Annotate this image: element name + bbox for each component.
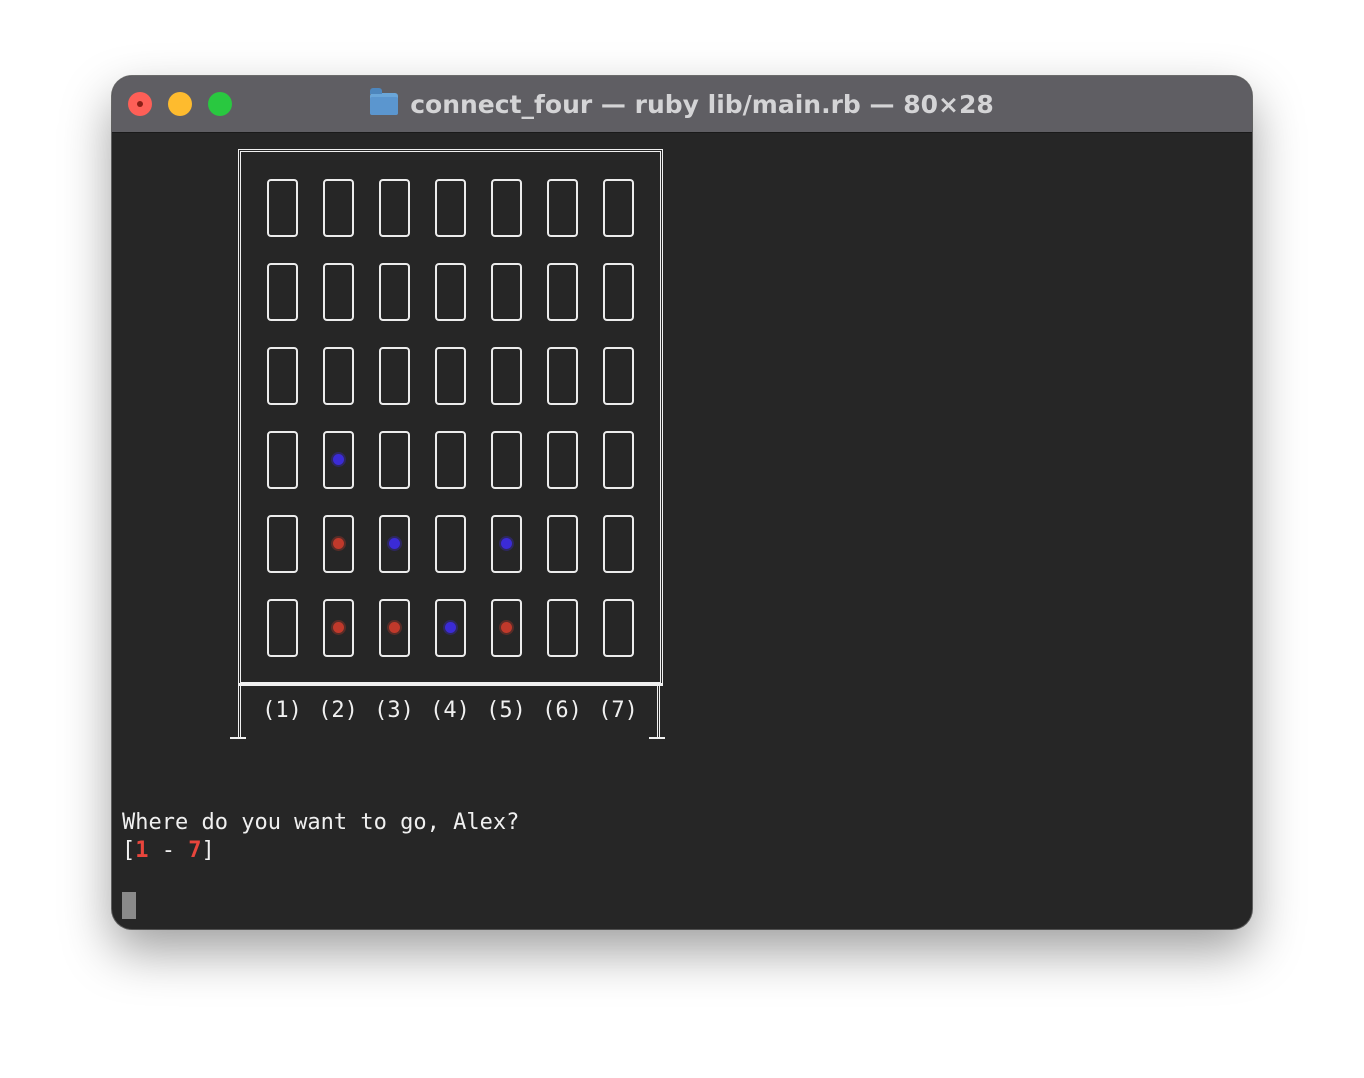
blue-disc [389,538,400,549]
window-title: connect_four — ruby lib/main.rb — 80×28 [410,89,994,119]
board-cell [379,431,410,489]
red-disc [389,622,400,633]
board-cell [267,347,298,405]
blue-disc [501,538,512,549]
prompt-range: [1 - 7] [122,837,215,865]
board-cell [323,179,354,237]
board-cell [491,347,522,405]
column-label: (2) [318,698,358,723]
board-cell [491,179,522,237]
range-min: 1 [135,838,149,863]
board-cell [267,431,298,489]
board-cell [267,179,298,237]
board-cell [267,599,298,657]
red-disc [333,622,344,633]
board-cell [379,347,410,405]
board-cell [379,599,410,657]
board-cell [379,179,410,237]
board-cell [547,599,578,657]
board-cell [547,263,578,321]
board-cell [323,431,354,489]
board-cell [267,515,298,573]
range-close: ] [201,838,215,863]
board-cell [435,599,466,657]
column-label: (3) [374,698,414,723]
range-separator: - [148,838,189,863]
stand-leg-left [238,683,241,739]
board-cell [491,263,522,321]
blue-disc [333,454,344,465]
stand-leg-right [657,683,660,739]
stand-foot-right [649,737,665,739]
text-cursor[interactable] [122,892,136,919]
stand-foot-left [230,737,246,739]
board-cell [323,347,354,405]
column-label: (6) [542,698,582,723]
board-cell [435,431,466,489]
column-label: (4) [430,698,470,723]
board-cell [491,599,522,657]
board-cell [603,431,634,489]
board-cell [491,431,522,489]
board-cell [547,179,578,237]
board-cell [547,431,578,489]
stand-bar [238,683,663,686]
red-disc [333,538,344,549]
column-label: (5) [486,698,526,723]
prompt-question: Where do you want to go, Alex? [122,810,520,835]
board-cell [603,515,634,573]
board-cell [547,347,578,405]
board-cell [379,263,410,321]
board-cell [379,515,410,573]
red-disc [501,622,512,633]
window-title-area: connect_four — ruby lib/main.rb — 80×28 [112,76,1252,132]
folder-icon [370,88,399,115]
board-cell [547,515,578,573]
blue-disc [445,622,456,633]
terminal-window: connect_four — ruby lib/main.rb — 80×28 … [112,76,1252,929]
board-cell [491,515,522,573]
board-cell [323,515,354,573]
board-cell [323,599,354,657]
terminal-content[interactable]: (1) (2) (3) (4) (5) (6) (7) Where do you… [112,133,1252,929]
board-cell [603,347,634,405]
range-open: [ [122,838,136,863]
board-cell [435,515,466,573]
board-cell [603,599,634,657]
board-cell [267,263,298,321]
board-cell [323,263,354,321]
title-bar[interactable]: connect_four — ruby lib/main.rb — 80×28 [112,76,1252,133]
range-max: 7 [188,838,202,863]
board-cell [435,179,466,237]
column-label: (1) [262,698,302,723]
board-cell [603,179,634,237]
board-cell [603,263,634,321]
board-cell [435,263,466,321]
column-label: (7) [598,698,638,723]
board-cell [435,347,466,405]
